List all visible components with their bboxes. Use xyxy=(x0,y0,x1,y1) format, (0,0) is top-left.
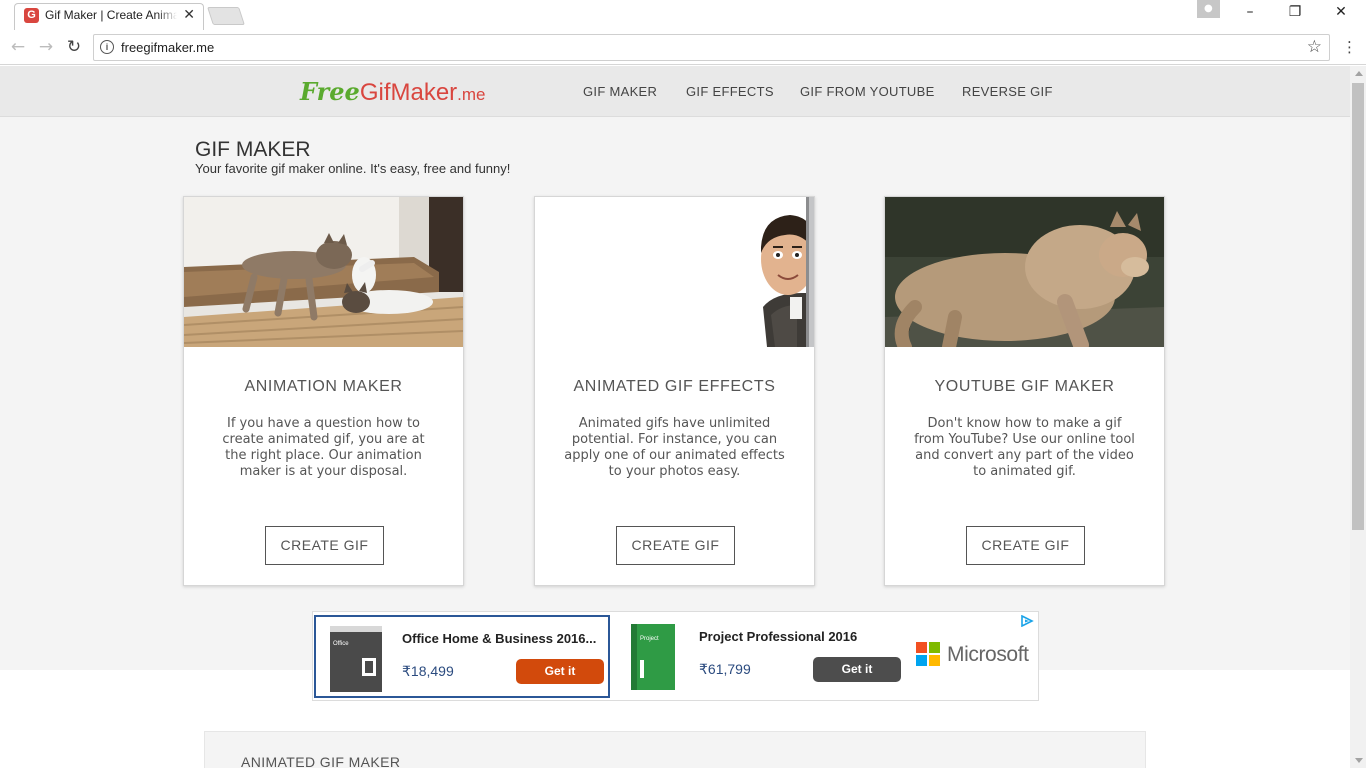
get-it-button[interactable]: Get it xyxy=(813,657,901,682)
card-description: Don't know how to make a gif from YouTub… xyxy=(914,416,1135,479)
ad-product-name[interactable]: Office Home & Business 2016... xyxy=(402,631,602,646)
ad-price: ₹61,799 xyxy=(699,661,751,677)
minimize-button[interactable]: – xyxy=(1240,4,1260,24)
office-box-label: Office xyxy=(333,641,349,647)
ad-item-project[interactable]: Project Project Professional 2016 ₹61,79… xyxy=(613,615,909,698)
forward-arrow-icon[interactable]: → xyxy=(35,36,57,58)
lion-illustration xyxy=(885,197,1164,347)
cats-image[interactable] xyxy=(184,197,463,347)
ad-banner[interactable]: Office Office Home & Business 2016... ₹1… xyxy=(312,611,1039,701)
scroll-down-arrow-icon[interactable] xyxy=(1355,758,1363,763)
ad-price: ₹18,499 xyxy=(402,663,454,679)
menu-kebab-icon[interactable]: ⋮ xyxy=(1342,38,1357,56)
ad-item-office[interactable]: Office Office Home & Business 2016... ₹1… xyxy=(314,615,610,698)
card-title: ANIMATION MAKER xyxy=(244,378,403,395)
nav-reverse-gif[interactable]: REVERSE GIF xyxy=(962,84,1053,99)
tab-strip: G Gif Maker | Create Animated GIF ✕ ● – … xyxy=(0,0,1366,30)
nav-gif-maker[interactable]: GIF MAKER xyxy=(583,84,657,99)
lion-image[interactable] xyxy=(885,197,1164,347)
logo-gifmaker-text: GifMaker xyxy=(359,79,458,106)
favicon-icon: G xyxy=(24,8,39,23)
card-title: YOUTUBE GIF MAKER xyxy=(934,378,1115,395)
create-gif-button[interactable]: CREATE GIF xyxy=(966,526,1085,565)
section-title: ANIMATED GIF MAKER xyxy=(241,754,401,768)
info-icon[interactable]: i xyxy=(100,40,114,54)
peeking-man-image[interactable] xyxy=(535,197,814,347)
peeking-man-illustration xyxy=(535,197,814,347)
card-youtube-gif-maker: YOUTUBE GIF MAKER Don't know how to make… xyxy=(884,196,1165,586)
card-animated-gif-effects: ANIMATED GIF EFFECTS Animated gifs have … xyxy=(534,196,815,586)
tab-title: Gif Maker | Create Animated GIF xyxy=(45,8,177,22)
card-animation-maker: ANIMATION MAKER If you have a question h… xyxy=(183,196,464,586)
card-title: ANIMATED GIF EFFECTS xyxy=(573,378,776,395)
close-window-button[interactable]: ✕ xyxy=(1331,4,1351,24)
site-header: FreeGifMaker.me GIF MAKER GIF EFFECTS GI… xyxy=(0,66,1350,117)
project-box-label: Project xyxy=(640,636,659,642)
page-subtitle: Your favorite gif maker online. It's eas… xyxy=(195,161,511,176)
ad-product-name[interactable]: Project Professional 2016 xyxy=(699,629,899,644)
reload-icon[interactable]: ↻ xyxy=(63,36,85,58)
back-arrow-icon[interactable]: ← xyxy=(7,36,29,58)
browser-toolbar: ← → ↻ i freegifmaker.me ☆ ⋮ xyxy=(0,30,1366,65)
project-box-image: Project xyxy=(631,624,675,690)
lower-box: ANIMATED GIF MAKER xyxy=(204,731,1146,768)
ad-choices-icon[interactable] xyxy=(1020,615,1034,627)
browser-tab[interactable]: G Gif Maker | Create Animated GIF ✕ xyxy=(14,3,204,30)
get-it-button[interactable]: Get it xyxy=(516,659,604,684)
office-box-image: Office xyxy=(330,626,382,692)
scroll-up-arrow-icon[interactable] xyxy=(1355,71,1363,76)
cats-illustration xyxy=(184,197,463,347)
user-icon: ● xyxy=(1204,3,1213,14)
card-description: If you have a question how to create ani… xyxy=(222,416,425,479)
logo-free-text: Free xyxy=(300,77,360,106)
tab-close-icon[interactable]: ✕ xyxy=(183,7,195,23)
create-gif-button[interactable]: CREATE GIF xyxy=(265,526,384,565)
bookmark-star-icon[interactable]: ☆ xyxy=(1307,37,1322,57)
page-scrollbar[interactable] xyxy=(1350,66,1366,768)
microsoft-logo-icon[interactable] xyxy=(916,642,940,666)
logo-me-text: .me xyxy=(457,85,486,104)
microsoft-brand-text[interactable]: Microsoft xyxy=(947,643,1029,667)
create-gif-button[interactable]: CREATE GIF xyxy=(616,526,735,565)
url-text[interactable]: freegifmaker.me xyxy=(121,40,214,55)
address-bar[interactable]: i freegifmaker.me ☆ xyxy=(93,34,1330,61)
restore-button[interactable]: ❐ xyxy=(1285,4,1305,24)
page-title: GIF MAKER xyxy=(195,138,311,161)
site-logo[interactable]: FreeGifMaker.me xyxy=(300,77,486,107)
nav-gif-from-youtube[interactable]: GIF FROM YOUTUBE xyxy=(800,84,935,99)
profile-button[interactable]: ● xyxy=(1197,0,1220,18)
page-viewport: FreeGifMaker.me GIF MAKER GIF EFFECTS GI… xyxy=(0,66,1350,768)
scroll-thumb[interactable] xyxy=(1352,83,1364,530)
new-tab-button[interactable] xyxy=(207,7,245,25)
card-description: Animated gifs have unlimited potential. … xyxy=(564,416,785,479)
nav-gif-effects[interactable]: GIF EFFECTS xyxy=(686,84,774,99)
